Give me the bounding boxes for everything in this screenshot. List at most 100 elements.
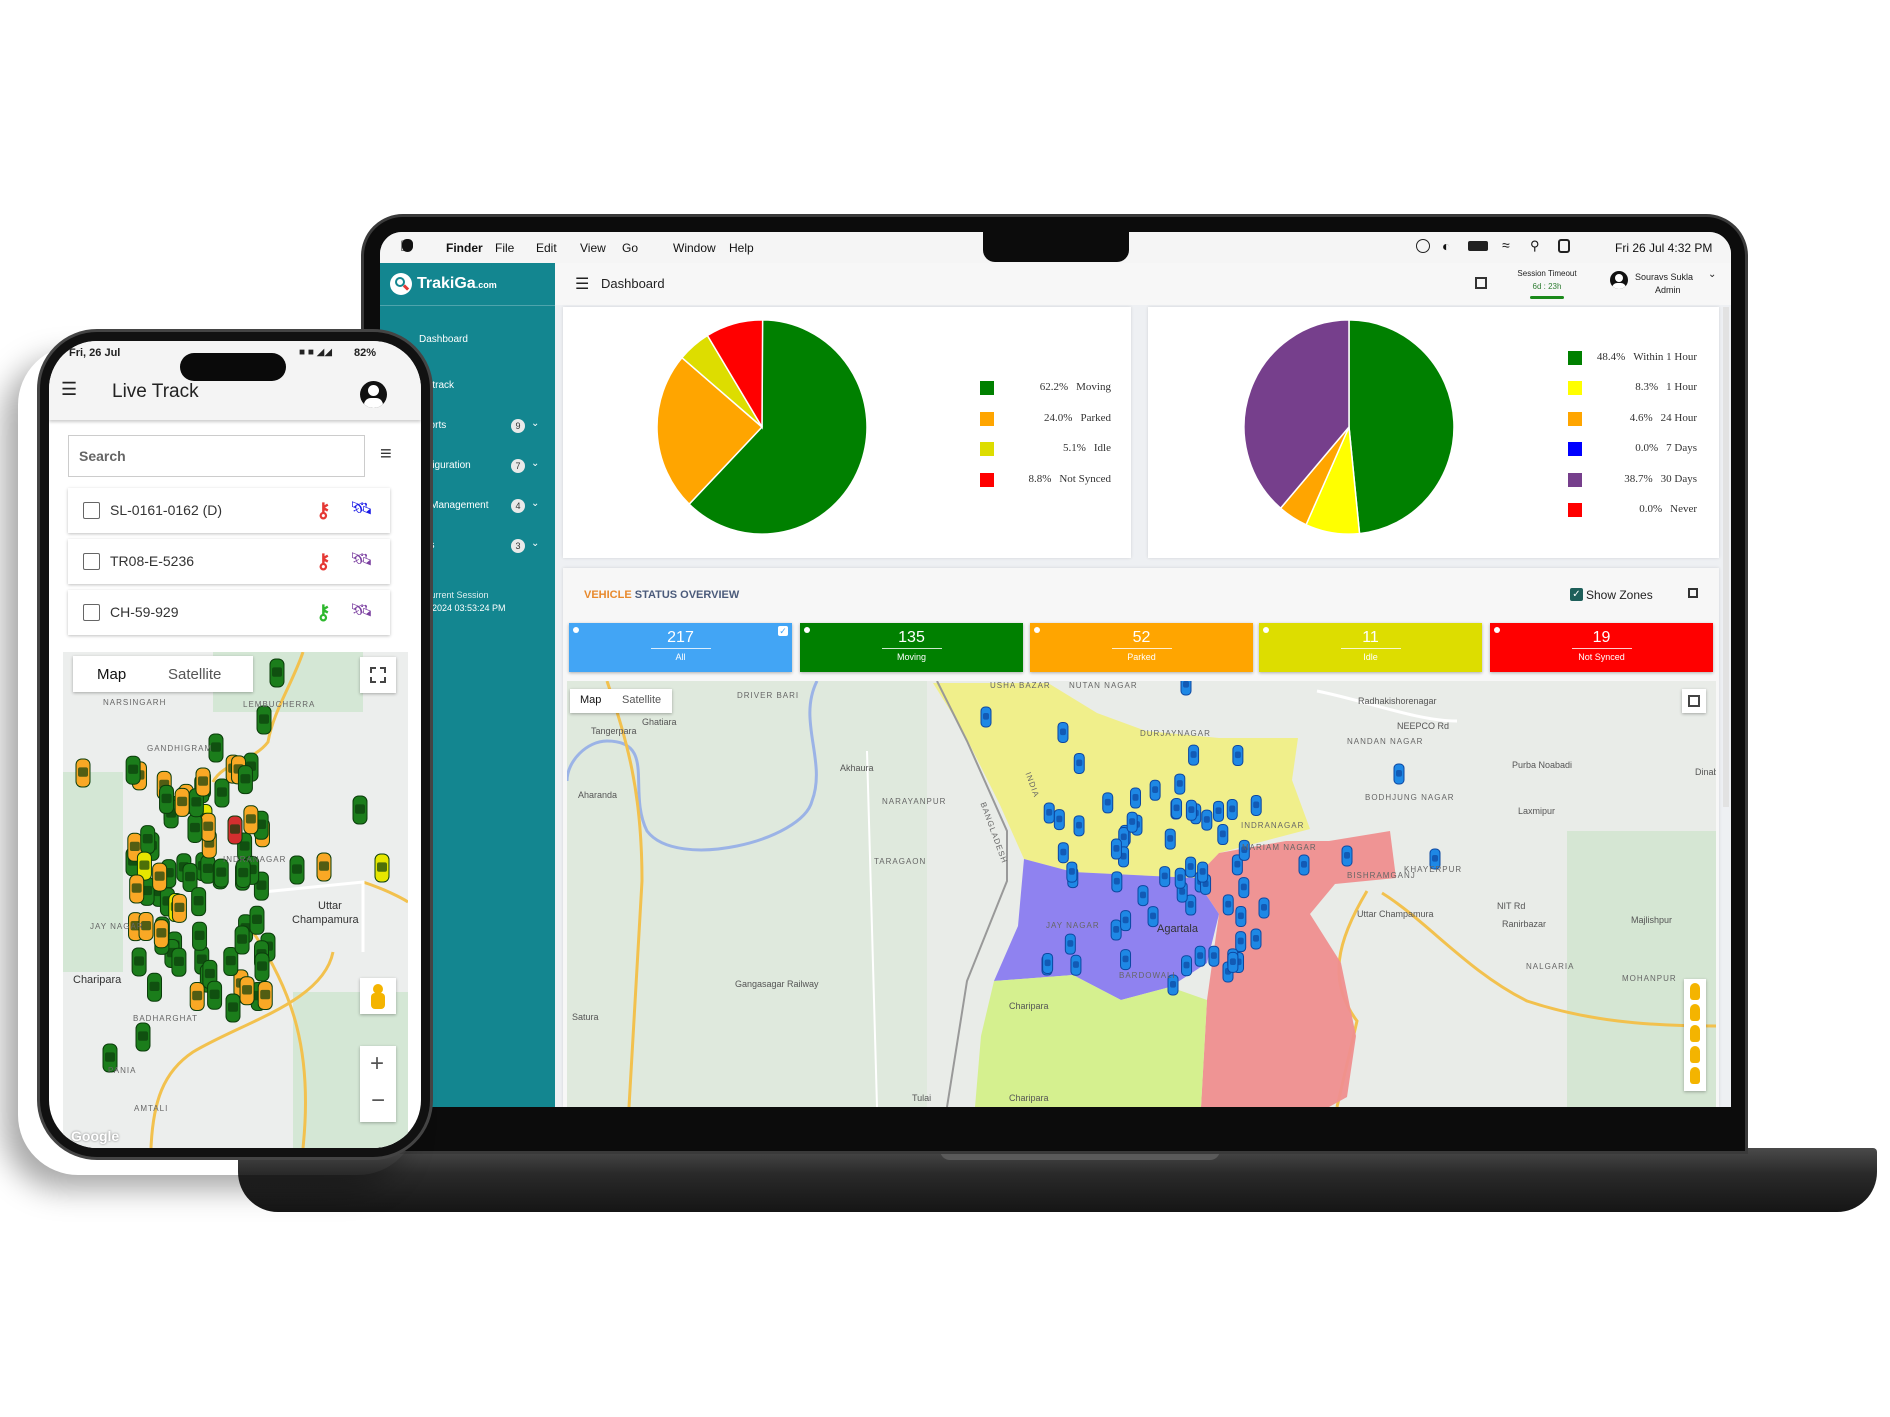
user-name[interactable]: Souravs Sukla [1635, 272, 1693, 282]
menu-view[interactable]: View [580, 241, 606, 255]
vehicle-marker[interactable] [1185, 856, 1197, 878]
vehicle-marker[interactable] [1073, 752, 1085, 774]
vehicle-marker[interactable] [140, 825, 156, 855]
play-circle-icon[interactable] [1416, 239, 1430, 253]
chevron-down-icon[interactable]: ⌄ [531, 498, 539, 509]
status-box-not-synced[interactable]: 19 Not Synced [1490, 623, 1713, 672]
satellite-tab[interactable]: Satellite [168, 666, 221, 683]
vehicle-marker[interactable] [171, 947, 187, 977]
vehicle-marker[interactable] [1250, 928, 1262, 950]
vehicle-marker[interactable] [191, 887, 207, 917]
vehicle-marker[interactable] [182, 862, 198, 892]
satellite-tab[interactable]: Satellite [622, 694, 661, 706]
vehicle-marker[interactable] [225, 993, 241, 1023]
chevron-down-icon[interactable]: ⌄ [531, 418, 539, 429]
selected-checkbox[interactable]: ✓ [778, 626, 788, 636]
vehicle-marker[interactable] [207, 980, 223, 1010]
vehicle-marker[interactable] [1102, 792, 1114, 814]
vehicle-marker[interactable] [980, 706, 992, 728]
map-canvas[interactable] [567, 681, 1716, 1107]
vehicle-marker[interactable] [1180, 681, 1192, 696]
legend-item[interactable]: 24.0% Parked [1044, 412, 1111, 424]
map-tab[interactable]: Map [97, 666, 126, 683]
legend-item[interactable]: 8.8% Not Synced [1028, 473, 1111, 485]
vehicle-marker[interactable] [129, 874, 145, 904]
vehicle-marker[interactable] [1208, 945, 1220, 967]
vehicle-marker[interactable] [316, 852, 332, 882]
vehicle-checkbox[interactable] [83, 604, 100, 621]
vehicle-marker[interactable] [125, 755, 141, 785]
chevron-down-icon[interactable]: ⌄ [1708, 269, 1716, 280]
legend-item[interactable]: 4.6% 24 Hour [1630, 412, 1697, 424]
vehicle-marker[interactable] [239, 976, 255, 1006]
vehicle-marker[interactable] [1171, 798, 1183, 820]
menu-go[interactable]: Go [622, 241, 638, 255]
user-avatar[interactable] [1610, 271, 1628, 289]
street-view-pegman-button[interactable] [360, 978, 396, 1014]
vehicle-marker[interactable] [1341, 845, 1353, 867]
legend-item[interactable]: 38.7% 30 Days [1624, 473, 1697, 485]
menubar-clock[interactable]: Fri 26 Jul 4:32 PM [1615, 241, 1712, 255]
vehicle-marker[interactable] [171, 893, 187, 923]
vehicle-checkbox[interactable] [83, 502, 100, 519]
vehicle-marker[interactable] [234, 925, 250, 955]
legend-item[interactable]: 0.0% Never [1639, 503, 1697, 515]
menu-window[interactable]: Window [673, 241, 716, 255]
zoom-out-button[interactable]: − [371, 1087, 385, 1115]
vehicle-marker[interactable] [1174, 773, 1186, 795]
vehicle-marker[interactable] [1159, 866, 1171, 888]
vehicle-marker[interactable] [269, 658, 285, 688]
vehicle-marker[interactable] [1164, 828, 1176, 850]
vehicle-marker[interactable] [1250, 794, 1262, 816]
filter-sliders-icon[interactable]: ≡ [380, 443, 392, 466]
legend-item[interactable]: 0.0% 7 Days [1635, 442, 1697, 454]
hamburger-menu-icon[interactable]: ☰ [61, 379, 77, 400]
vehicle-marker[interactable] [1120, 949, 1132, 971]
vehicle-marker[interactable] [174, 787, 190, 817]
vehicle-marker[interactable] [1238, 877, 1250, 899]
vehicle-marker[interactable] [1213, 800, 1225, 822]
pegman-icon[interactable] [1690, 1025, 1700, 1042]
vehicle-marker[interactable] [1258, 897, 1270, 919]
vehicle-marker[interactable] [200, 812, 216, 842]
vehicle-marker[interactable] [374, 853, 390, 883]
legend-item[interactable]: 8.3% 1 Hour [1635, 381, 1697, 393]
chevron-down-icon[interactable]: ⌄ [531, 538, 539, 549]
vehicle-marker[interactable] [256, 705, 272, 735]
vehicle-marker[interactable] [187, 813, 203, 843]
vehicle-marker[interactable] [1064, 933, 1076, 955]
vehicle-marker[interactable] [249, 905, 265, 935]
map-fullscreen-button[interactable] [360, 657, 396, 693]
vehicle-marker[interactable] [1226, 799, 1238, 821]
vehicle-checkbox[interactable] [83, 553, 100, 570]
vehicle-marker[interactable] [1201, 809, 1213, 831]
control-center-icon[interactable] [1558, 239, 1570, 253]
siri-icon[interactable]: ◐ [1442, 238, 1450, 254]
vehicle-marker[interactable] [1393, 763, 1405, 785]
vehicle-marker[interactable] [1126, 811, 1138, 833]
vehicle-marker[interactable] [243, 805, 259, 835]
menu-help[interactable]: Help [729, 241, 754, 255]
pegman-icon[interactable] [1690, 1067, 1700, 1084]
pegman-icon[interactable] [1690, 1004, 1700, 1021]
vehicle-marker[interactable] [1120, 910, 1132, 932]
vehicle-marker[interactable] [1073, 815, 1085, 837]
vehicle-marker[interactable] [189, 982, 205, 1012]
vehicle-marker[interactable] [153, 919, 169, 949]
vehicle-marker[interactable] [1194, 945, 1206, 967]
vehicle-marker[interactable] [1057, 721, 1069, 743]
vehicle-marker[interactable] [159, 784, 175, 814]
sidebar-item-management[interactable]: ) Management [424, 500, 488, 511]
fullscreen-icon[interactable] [1475, 277, 1487, 289]
hamburger-menu-icon[interactable]: ☰ [575, 274, 589, 294]
vehicle-marker[interactable] [1110, 838, 1122, 860]
search-icon[interactable]: ⚲ [1530, 238, 1540, 254]
vehicle-marker[interactable] [237, 765, 253, 795]
status-box-moving[interactable]: 135 Moving [800, 623, 1023, 672]
legend-item[interactable]: 48.4% Within 1 Hour [1597, 351, 1697, 363]
legend-item[interactable]: 62.2% Moving [1040, 381, 1111, 393]
vehicle-marker[interactable] [1149, 779, 1161, 801]
vehicle-marker[interactable] [195, 767, 211, 797]
vehicle-marker[interactable] [1066, 861, 1078, 883]
vehicle-marker[interactable] [1111, 871, 1123, 893]
